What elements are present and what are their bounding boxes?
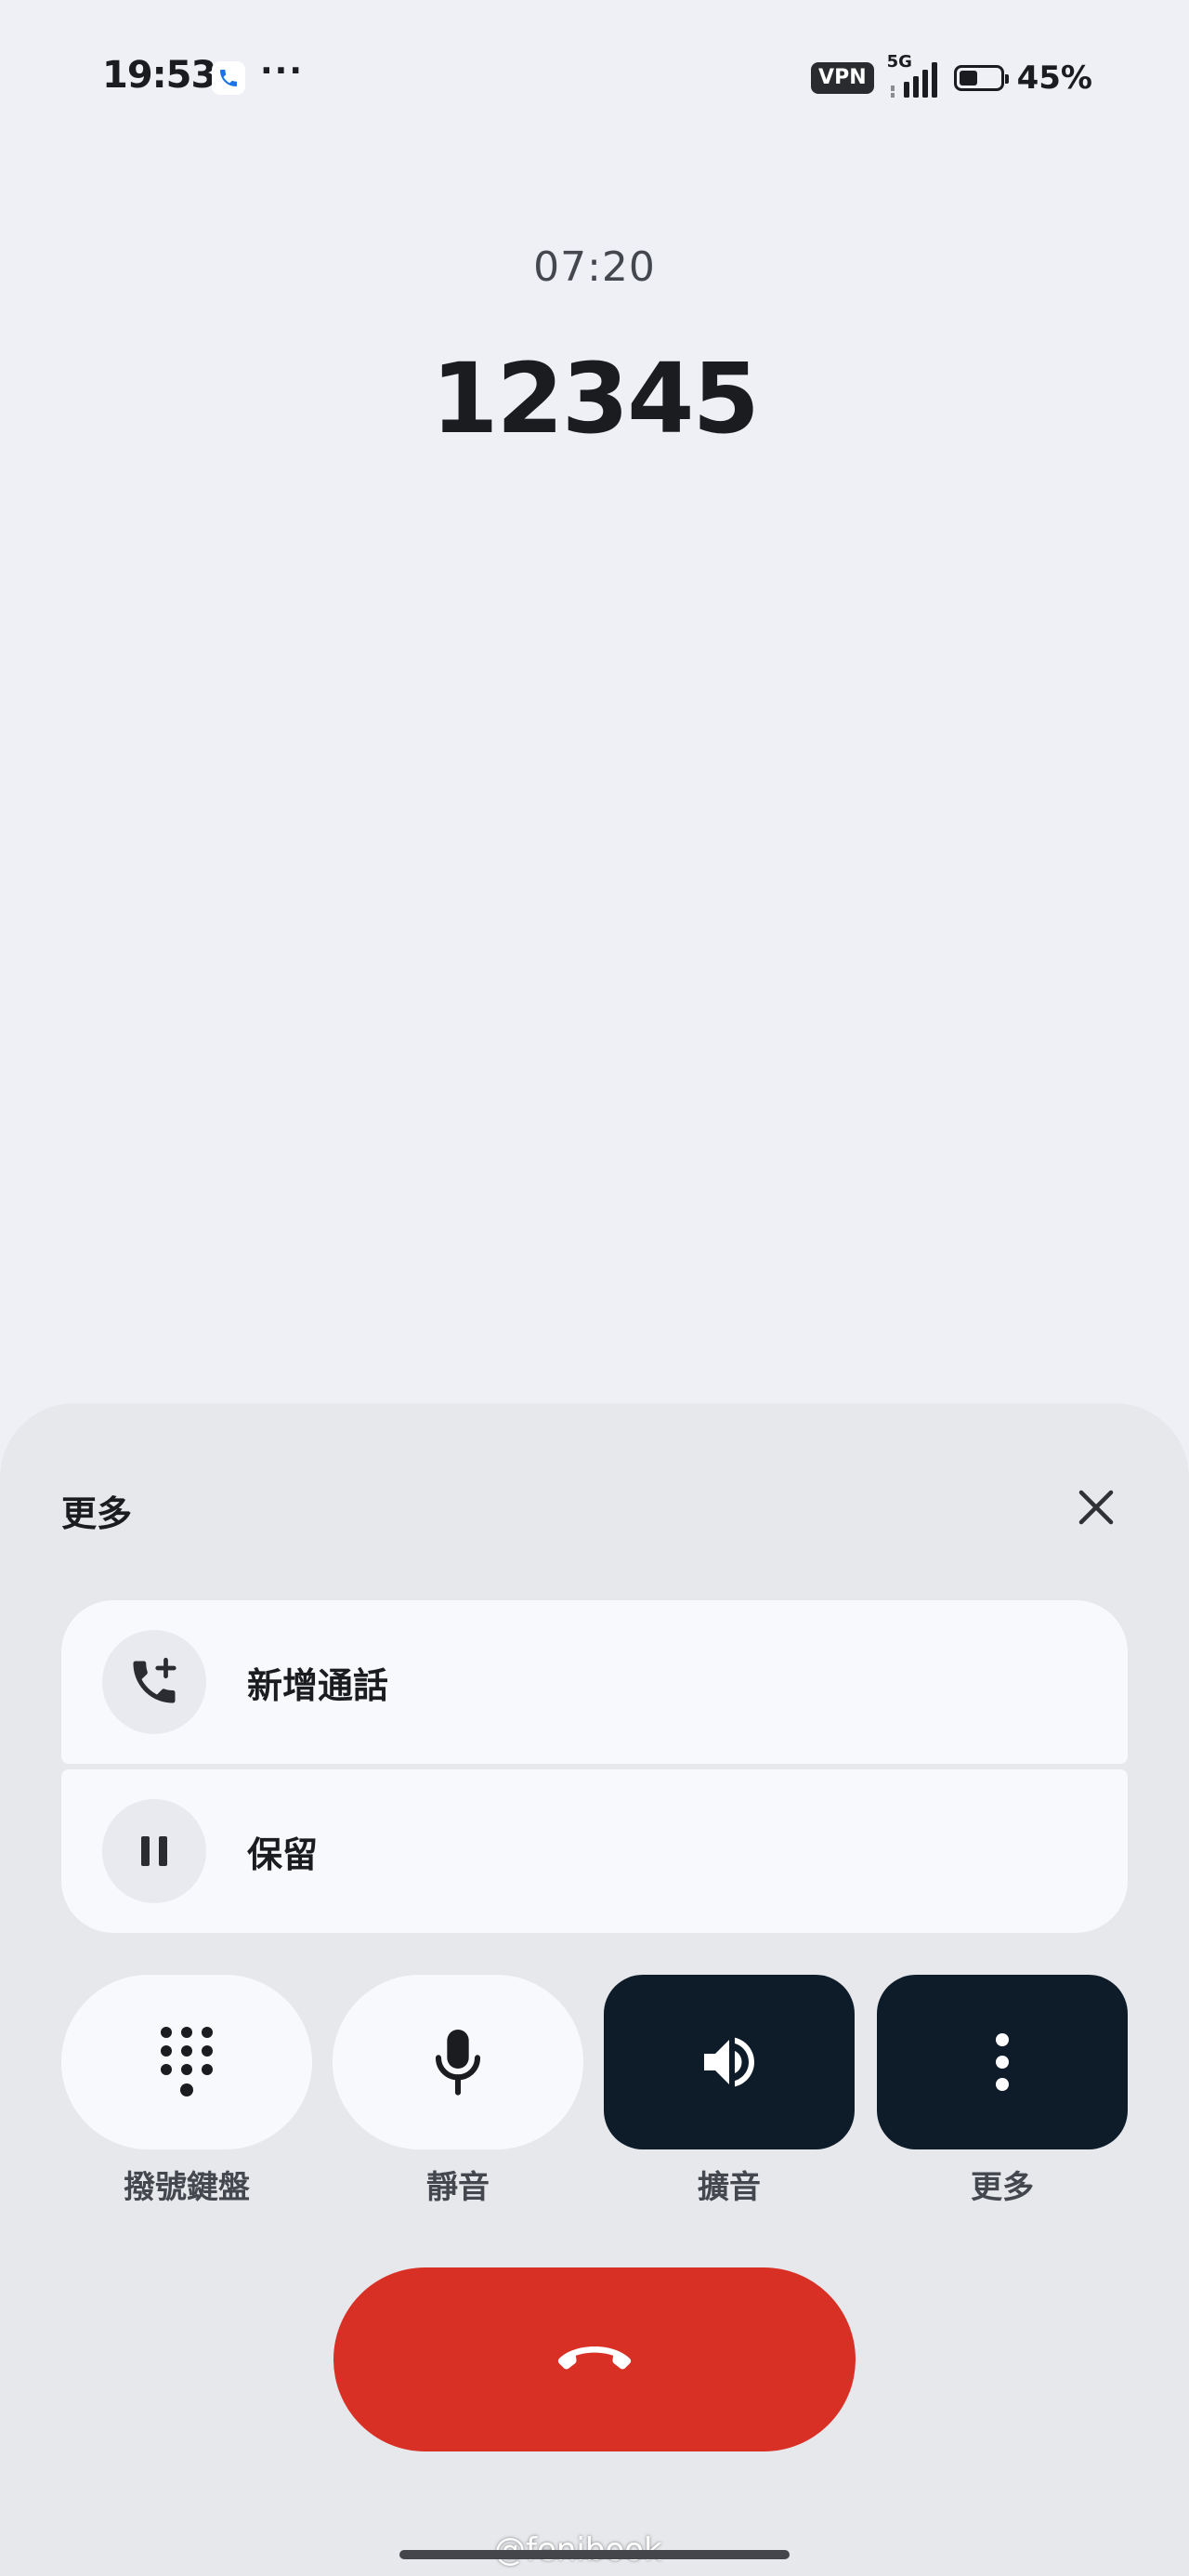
hold-label: 保留 <box>247 1833 319 1875</box>
dialpad-icon <box>161 2027 213 2096</box>
mute-label: 靜音 <box>426 2169 490 2206</box>
status-time: 19:53 <box>102 54 216 97</box>
more-button[interactable] <box>877 1975 1128 2149</box>
home-indicator[interactable] <box>399 2550 790 2559</box>
end-call-icon <box>557 2346 632 2370</box>
signal-icon: 5G <box>887 52 941 99</box>
in-call-screen: 19:53 ··· VPN 5G 45% 07:20 12345 更多 新增通話… <box>0 0 1189 2576</box>
speaker-button[interactable] <box>604 1975 855 2149</box>
status-indicators: VPN 5G 45% <box>811 52 1092 99</box>
sheet-title: 更多 <box>61 1493 133 1534</box>
close-icon <box>1078 1490 1114 1525</box>
battery-fill <box>959 71 977 85</box>
dialpad-label: 撥號鍵盤 <box>124 2169 250 2206</box>
close-sheet-button[interactable] <box>1068 1479 1124 1535</box>
vpn-badge: VPN <box>811 62 874 94</box>
call-duration: 07:20 <box>533 243 656 291</box>
add-call-label: 新增通話 <box>247 1664 389 1706</box>
add-call-item[interactable]: 新增通話 <box>61 1600 1128 1764</box>
more-label: 更多 <box>971 2169 1034 2206</box>
mute-button[interactable] <box>333 1975 583 2149</box>
more-options-sheet: 更多 新增通話 保留 撥號鍵盤 靜音 擴音 更多 <box>0 1403 1189 2576</box>
battery-percent: 45% <box>1016 59 1092 97</box>
speaker-label: 擴音 <box>698 2169 761 2206</box>
add-call-icon <box>133 1657 176 1703</box>
end-call-button[interactable] <box>333 2267 856 2451</box>
caller-number: 12345 <box>431 342 760 455</box>
more-notifications-indicator: ··· <box>260 52 305 90</box>
microphone-icon <box>435 2030 481 2096</box>
dialpad-button[interactable] <box>61 1975 312 2149</box>
speaker-icon <box>704 2037 754 2087</box>
hold-item[interactable]: 保留 <box>61 1769 1128 1933</box>
ongoing-call-icon <box>212 61 245 95</box>
battery-icon <box>953 65 1009 91</box>
pause-icon <box>141 1836 167 1866</box>
more-vertical-icon <box>996 2033 1009 2091</box>
